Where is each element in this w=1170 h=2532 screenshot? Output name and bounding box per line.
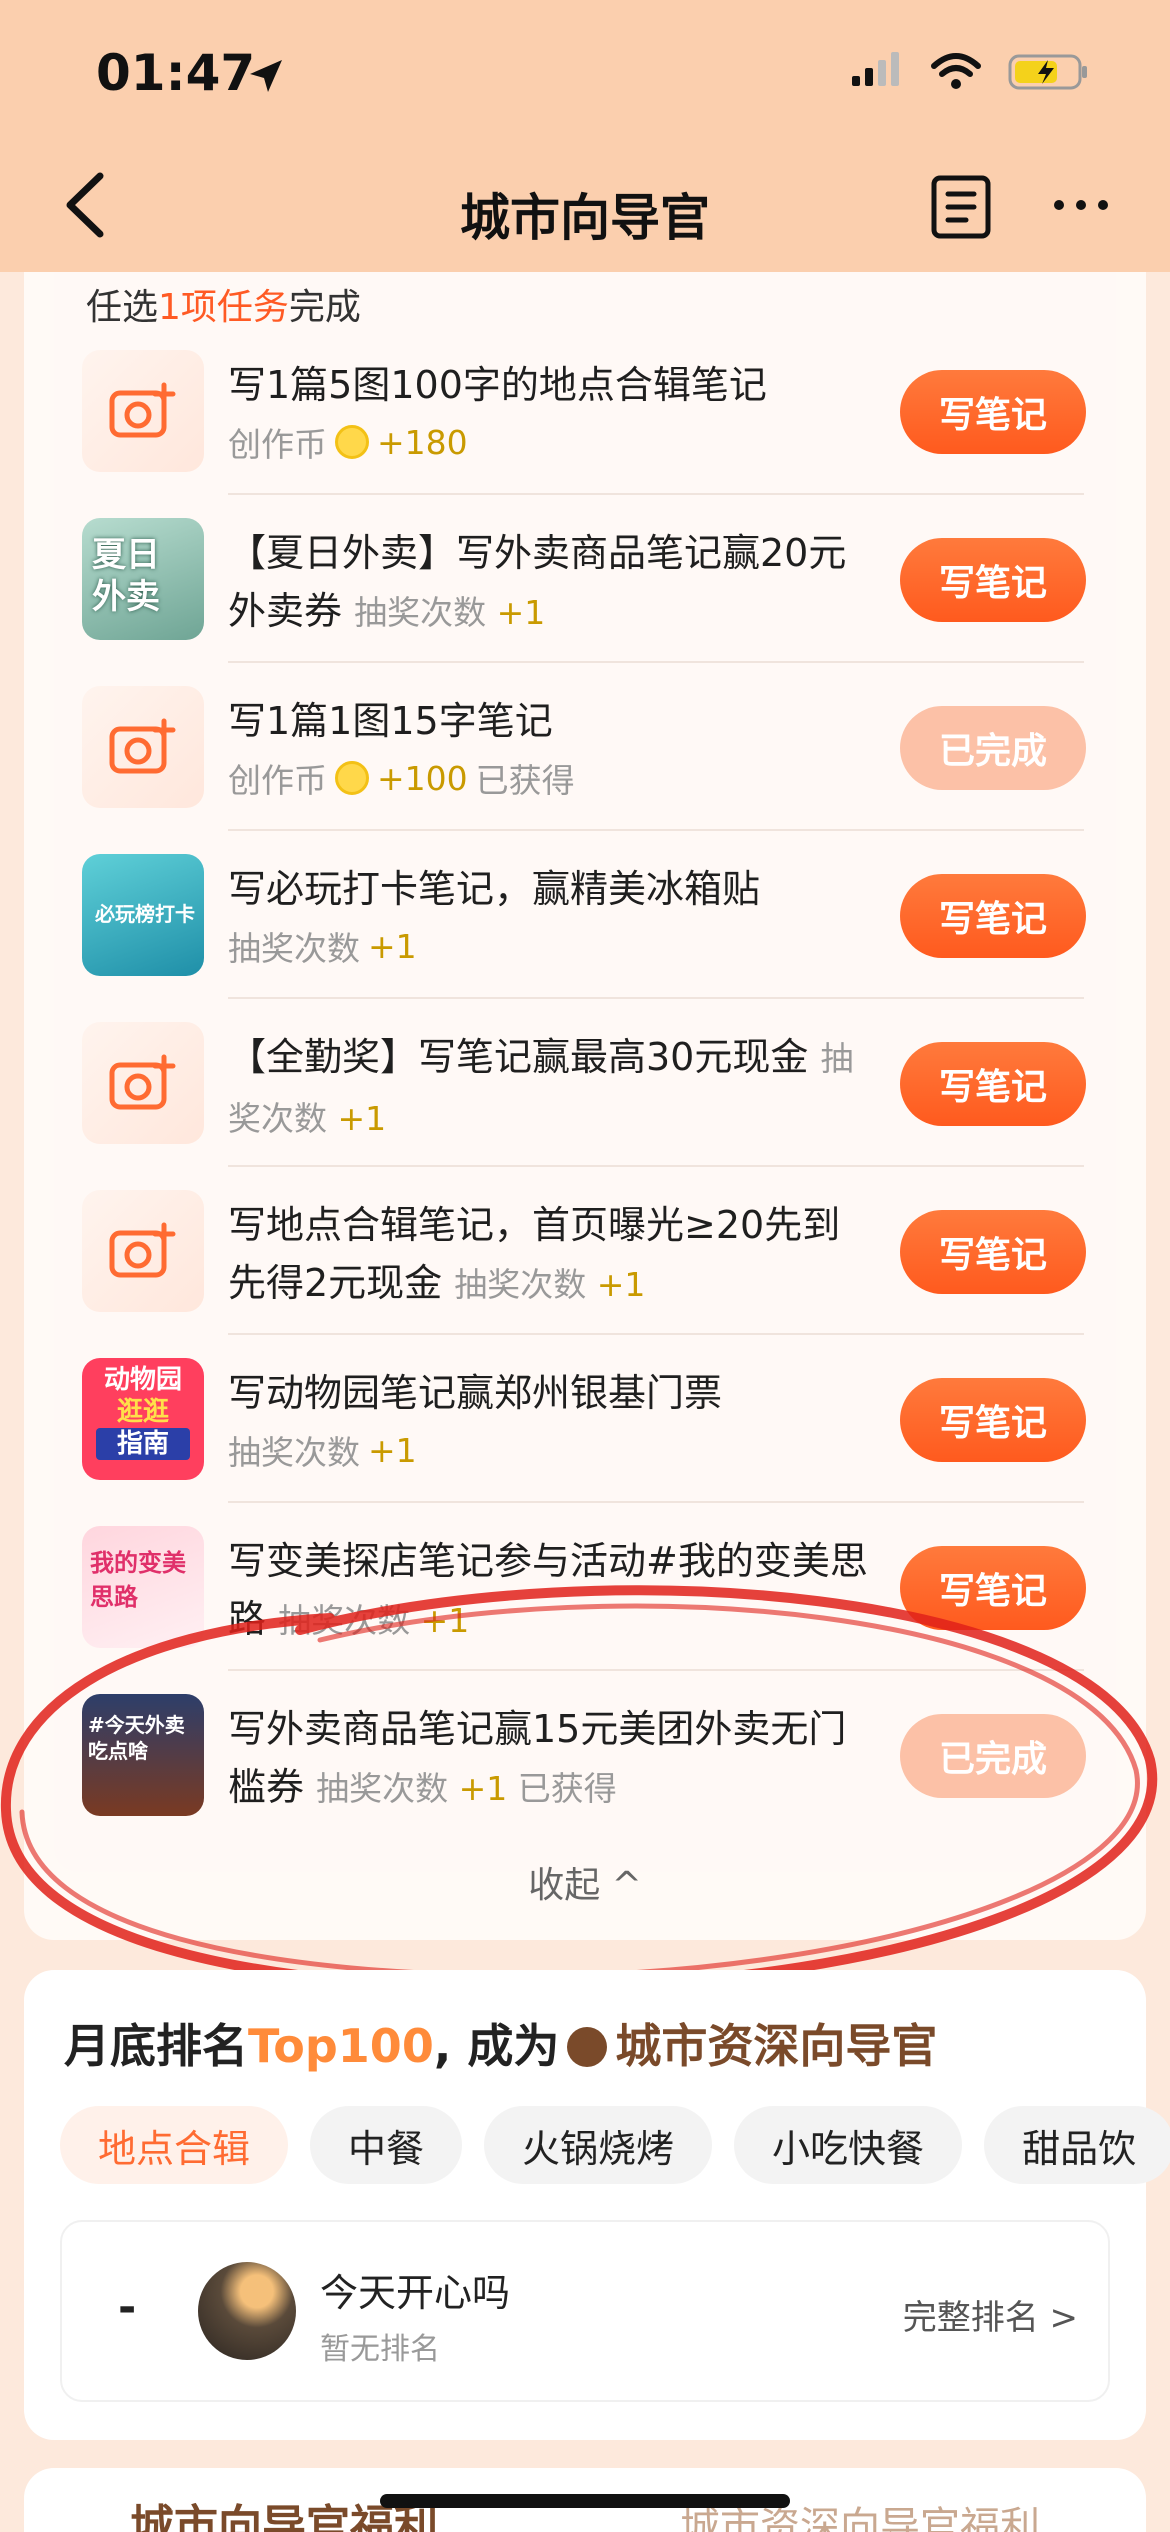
signal-icon <box>852 52 899 86</box>
write-note-button[interactable]: 写笔记 <box>900 1546 1086 1630</box>
senior-guide-badge-icon <box>567 2026 608 2067</box>
write-note-button[interactable]: 写笔记 <box>900 1378 1086 1462</box>
rules-document-icon[interactable] <box>930 174 992 240</box>
divider <box>228 1501 1084 1503</box>
user-name: 今天开心吗 <box>320 2271 511 2315</box>
collapse-button[interactable]: 收起 ^ <box>0 1856 1170 1908</box>
chip-category[interactable]: 火锅烧烤 <box>484 2106 713 2184</box>
task-title: 写1篇5图100字的地点合辑笔记 <box>228 363 767 407</box>
write-note-button[interactable]: 写笔记 <box>900 1042 1086 1126</box>
completed-button[interactable]: 已完成 <box>900 1714 1086 1798</box>
completed-button[interactable]: 已完成 <box>900 706 1086 790</box>
home-indicator <box>380 2494 790 2508</box>
chip-category[interactable]: 甜品饮 <box>984 2106 1170 2184</box>
task-title: 【夏日外卖】写外卖商品笔记赢20元外卖券 抽奖次数 +1 <box>228 531 847 633</box>
divider <box>228 661 1084 663</box>
task-reward: 抽奖次数 +1 <box>228 1430 417 1473</box>
rank-status: 暂无排名 <box>320 2332 440 2367</box>
more-icon[interactable] <box>1054 200 1108 210</box>
full-ranking-link[interactable]: 完整排名 > <box>903 2290 1078 2339</box>
wifi-icon <box>931 53 981 89</box>
task-reward: 创作币 +100 已获得 <box>228 758 575 801</box>
task-title: 【全勤奖】写笔记赢最高30元现金 抽奖次数 +1 <box>228 1035 854 1138</box>
rank-number: - <box>118 2282 137 2333</box>
checkin-thumbnail: 必玩榜打卡 <box>82 854 204 976</box>
location-arrow-icon <box>250 60 282 92</box>
divider <box>228 493 1084 495</box>
camera-plus-icon <box>82 686 204 808</box>
task-title: 写必玩打卡笔记，赢精美冰箱贴 <box>228 867 761 911</box>
task-reward: 创作币 +180 <box>228 422 468 465</box>
task-title: 写1篇1图15字笔记 <box>228 699 553 743</box>
write-note-button[interactable]: 写笔记 <box>900 1210 1086 1294</box>
task-reward: 抽奖次数 +1 <box>228 926 417 969</box>
summer-takeout-thumbnail: 夏日外卖 <box>82 518 204 640</box>
chip-category[interactable]: 中餐 <box>310 2106 463 2184</box>
task-item: #今天外卖吃点啥 写外卖商品笔记赢15元美团外卖无门槛券 抽奖次数 +1 已获得… <box>82 1694 1086 1863</box>
divider <box>228 997 1084 999</box>
chip-category[interactable]: 小吃快餐 <box>734 2106 963 2184</box>
zoo-guide-thumbnail: 动物园 逛逛 指南 <box>82 1358 204 1480</box>
chip-category[interactable]: 地点合辑 <box>60 2106 289 2184</box>
select-hint: 任选1项任务完成 <box>86 287 361 328</box>
beauty-thumbnail: 我的变美思路 <box>82 1526 204 1648</box>
category-chips: 地点合辑 中餐 火锅烧烤 小吃快餐 甜品饮 <box>60 2106 1170 2184</box>
coin-icon <box>335 761 369 795</box>
takeout-thumbnail: #今天外卖吃点啥 <box>82 1694 204 1816</box>
write-note-button[interactable]: 写笔记 <box>900 538 1086 622</box>
camera-plus-icon <box>82 350 204 472</box>
camera-plus-icon <box>82 1022 204 1144</box>
camera-plus-icon <box>82 1190 204 1312</box>
write-note-button[interactable]: 写笔记 <box>900 874 1086 958</box>
task-title: 写地点合辑笔记，首页曝光≥20先到先得2元现金 抽奖次数 +1 <box>228 1203 841 1305</box>
status-time: 01:47 <box>96 44 256 102</box>
task-title: 写动物园笔记赢郑州银基门票 <box>228 1371 723 1415</box>
divider <box>228 1669 1084 1671</box>
task-title: 写变美探店笔记参与活动#我的变美思路 抽奖次数 +1 <box>228 1539 868 1641</box>
divider <box>228 1165 1084 1167</box>
divider <box>228 1333 1084 1335</box>
divider <box>228 829 1084 831</box>
ranking-title: 月底排名Top100, 成为 城市资深向导官 <box>64 2019 938 2073</box>
status-icons <box>852 52 1090 92</box>
write-note-button[interactable]: 写笔记 <box>900 370 1086 454</box>
task-title: 写外卖商品笔记赢15元美团外卖无门槛券 抽奖次数 +1 已获得 <box>228 1707 847 1809</box>
coin-icon <box>335 425 369 459</box>
my-rank-row[interactable]: - 今天开心吗 暂无排名 完整排名 > <box>60 2220 1110 2402</box>
battery-icon <box>1008 54 1087 90</box>
avatar <box>198 2262 296 2360</box>
page-title: 城市向导官 <box>460 189 710 247</box>
